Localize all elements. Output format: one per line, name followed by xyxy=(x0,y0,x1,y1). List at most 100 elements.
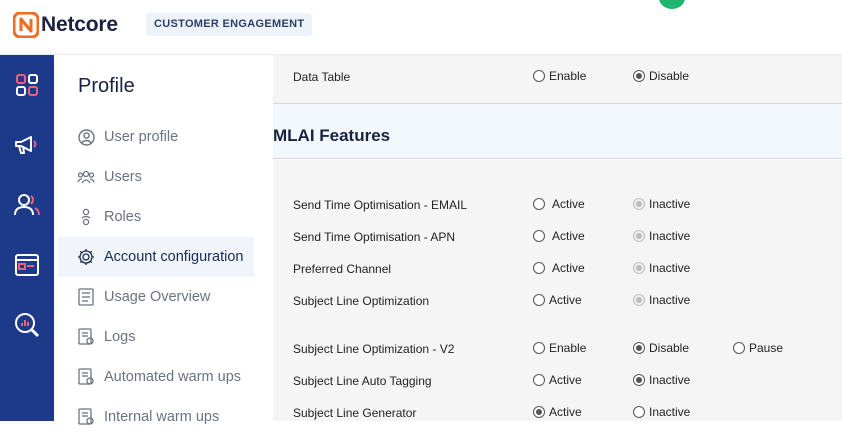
sidebar-item-label: Roles xyxy=(104,209,142,225)
radio-button xyxy=(633,230,645,242)
radio-option[interactable]: Active xyxy=(533,229,585,243)
warmup-icon xyxy=(77,368,95,386)
radio-label: Inactive xyxy=(649,373,691,387)
radio-button[interactable] xyxy=(533,406,545,418)
radio-button[interactable] xyxy=(633,374,645,386)
radio-option: Inactive xyxy=(633,293,690,307)
radio-label: Active xyxy=(552,229,585,243)
netcore-logo-icon xyxy=(12,11,40,39)
radio-button[interactable] xyxy=(533,294,545,306)
radio-button[interactable] xyxy=(633,70,645,82)
sidebar-item-label: Internal warm ups xyxy=(104,409,220,425)
setting-row-data-table: Data Table Enable Disable xyxy=(293,67,842,87)
setting-row: Subject Line Optimization - V2 Enable Di… xyxy=(293,339,842,359)
radio-button[interactable] xyxy=(533,230,545,242)
sidebar-item-label: Logs xyxy=(104,329,136,345)
radio-option[interactable]: Active xyxy=(533,373,582,387)
sidebar-item-users[interactable]: Users xyxy=(58,157,254,197)
radio-label: Enable xyxy=(549,69,587,83)
radio-button[interactable] xyxy=(533,70,545,82)
radio-button xyxy=(633,198,645,210)
setting-name: Subject Line Optimization - V2 xyxy=(293,342,455,356)
setting-name: Data Table xyxy=(293,70,351,84)
setting-row: Subject Line Generator Active Inactive xyxy=(293,403,842,421)
setting-row: Send Time Optimisation - APN Active Inac… xyxy=(293,227,842,247)
setting-name: Subject Line Auto Tagging xyxy=(293,374,432,388)
section-header: MLAI Features xyxy=(273,104,842,159)
sidebar-item-user-profile[interactable]: User profile xyxy=(58,117,254,157)
netcore-logo[interactable]: Netcore xyxy=(12,11,118,39)
setting-row: Subject Line Auto Tagging Active Inactiv… xyxy=(293,371,842,391)
setting-row: Send Time Optimisation - EMAIL Active In… xyxy=(293,195,842,215)
radio-label: Inactive xyxy=(649,229,691,243)
radio-option[interactable]: Disable xyxy=(633,69,689,83)
setting-name: Preferred Channel xyxy=(293,262,392,276)
logs-icon xyxy=(77,328,95,346)
sidebar-item-label: Automated warm ups xyxy=(104,369,242,385)
setting-name: Send Time Optimisation - APN xyxy=(293,230,456,244)
users-icon[interactable] xyxy=(0,185,54,225)
radio-label: Active xyxy=(549,373,582,387)
radio-option[interactable]: Disable xyxy=(633,341,689,355)
radio-option: Inactive xyxy=(633,261,690,275)
warmup-icon xyxy=(77,408,95,426)
setting-row: Subject Line Optimization Active Inactiv… xyxy=(293,291,842,311)
sidebar-item-logs[interactable]: Logs xyxy=(58,317,254,357)
radio-option[interactable]: Pause xyxy=(733,341,783,355)
setting-name: Subject Line Generator xyxy=(293,406,417,420)
radio-option[interactable]: Active xyxy=(533,405,582,419)
icon-rail xyxy=(0,55,54,421)
radio-button[interactable] xyxy=(633,342,645,354)
top-header: Netcore CUSTOMER ENGAGEMENT xyxy=(0,0,842,55)
radio-option[interactable]: Enable xyxy=(533,341,586,355)
browser-window-icon[interactable] xyxy=(0,245,54,285)
document-icon xyxy=(77,288,95,306)
radio-option: Inactive xyxy=(633,229,690,243)
radio-label: Disable xyxy=(649,69,690,83)
megaphone-icon[interactable] xyxy=(0,125,54,165)
sidebar-item-label: Account configuration xyxy=(104,249,244,265)
sidebar-title: Profile xyxy=(78,75,135,97)
radio-button xyxy=(633,262,645,274)
sidebar-item-roles[interactable]: Roles xyxy=(58,197,254,237)
radio-button[interactable] xyxy=(633,406,645,418)
gear-icon xyxy=(77,248,95,266)
setting-row: Preferred Channel Active Inactive xyxy=(293,259,842,279)
brand-name: Netcore xyxy=(41,13,118,36)
analytics-search-icon[interactable] xyxy=(0,305,54,345)
radio-option[interactable]: Inactive xyxy=(633,373,690,387)
radio-button[interactable] xyxy=(533,342,545,354)
radio-label: Pause xyxy=(749,341,784,355)
role-icon xyxy=(77,208,95,226)
sidebar-item-label: Usage Overview xyxy=(104,289,211,305)
radio-button[interactable] xyxy=(733,342,745,354)
radio-button xyxy=(633,294,645,306)
radio-button[interactable] xyxy=(533,374,545,386)
dashboard-icon[interactable] xyxy=(0,65,54,105)
radio-option[interactable]: Active xyxy=(533,197,585,211)
radio-label: Inactive xyxy=(649,197,691,211)
radio-option[interactable]: Inactive xyxy=(633,405,690,419)
radio-label: Enable xyxy=(549,341,587,355)
radio-option[interactable]: Active xyxy=(533,261,585,275)
sidebar-item-account-configuration[interactable]: Account configuration xyxy=(58,237,254,277)
radio-label: Active xyxy=(549,293,582,307)
sidebar-item-internal-warm-ups[interactable]: Internal warm ups xyxy=(58,397,254,437)
radio-label: Inactive xyxy=(649,293,691,307)
radio-option[interactable]: Active xyxy=(533,293,582,307)
setting-name: Subject Line Optimization xyxy=(293,294,430,308)
notification-icon[interactable] xyxy=(659,0,685,9)
sidebar-item-automated-warm-ups[interactable]: Automated warm ups xyxy=(58,357,254,397)
radio-label: Active xyxy=(552,197,585,211)
radio-label: Disable xyxy=(649,341,690,355)
radio-option[interactable]: Enable xyxy=(533,69,586,83)
radio-label: Inactive xyxy=(649,405,691,419)
sidebar-item-label: User profile xyxy=(104,129,179,145)
users-icon xyxy=(77,168,95,186)
radio-button[interactable] xyxy=(533,262,545,274)
setting-name: Send Time Optimisation - EMAIL xyxy=(293,198,468,212)
account-configuration-content: Data Table Enable Disable MLAI Features … xyxy=(254,55,842,421)
radio-button[interactable] xyxy=(533,198,545,210)
sidebar-item-label: Users xyxy=(104,169,142,185)
sidebar-item-usage-overview[interactable]: Usage Overview xyxy=(58,277,254,317)
